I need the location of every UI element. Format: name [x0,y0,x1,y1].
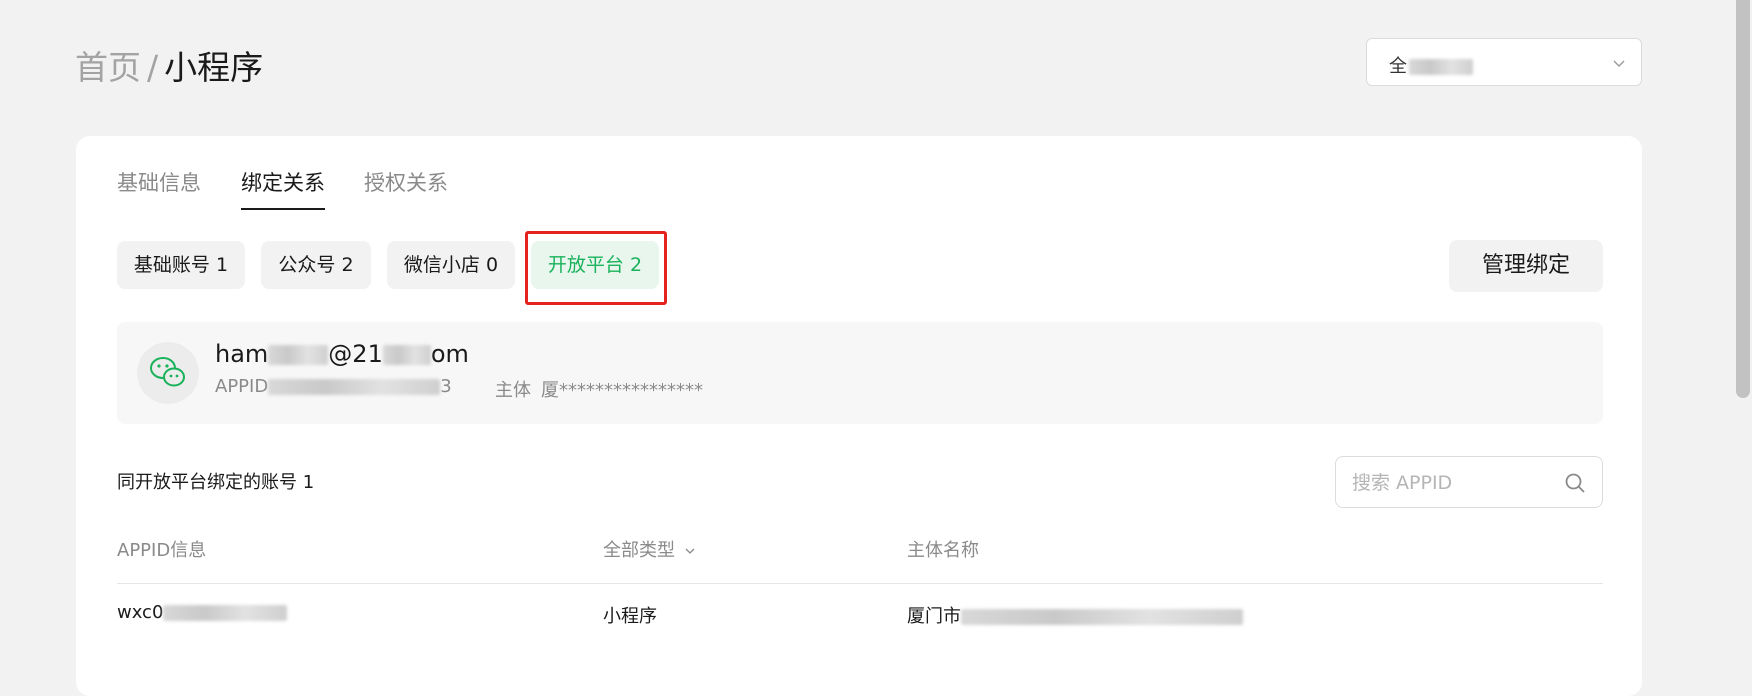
chip-wechat-store[interactable]: 微信小店 0 [387,241,515,289]
platform-email: ham @21 om [215,340,469,368]
row-appid: wxc0 [117,602,288,623]
search-input[interactable] [1350,469,1554,497]
column-subject: 主体名称 [907,540,979,561]
redacted-blur [382,345,431,365]
highlight-box [525,231,667,305]
tab-binding[interactable]: 绑定关系 [241,168,325,210]
account-select-value: 全 [1389,52,1473,78]
row-type: 小程序 [603,606,657,627]
search-box[interactable] [1335,456,1603,508]
tab-basic-info[interactable]: 基础信息 [117,168,201,198]
column-type-label: 全部类型 [603,540,675,561]
wechat-icon [150,357,185,387]
redacted-blur [268,345,329,365]
breadcrumb: 首页 / 小程序 [75,46,263,90]
platform-subject-label: 主体 [495,380,531,401]
redacted-blur [1409,59,1473,75]
chevron-down-icon [685,548,695,554]
chip-official-account[interactable]: 公众号 2 [261,241,371,289]
table-header-divider [117,583,1603,584]
breadcrumb-home[interactable]: 首页 [75,48,141,87]
tab-authorization[interactable]: 授权关系 [364,168,448,198]
main-card: 基础信息 绑定关系 授权关系 基础账号 1 公众号 2 微信小店 0 开放平台 … [76,136,1642,696]
column-appid: APPID信息 [117,540,207,561]
page-title: 小程序 [164,48,264,87]
bound-accounts-title: 同开放平台绑定的账号 1 [117,472,315,493]
redacted-blur [268,379,441,395]
platform-appid: APPID 3 [215,376,452,397]
redacted-blur [163,605,288,621]
account-select[interactable]: 全 [1366,38,1642,86]
chevron-down-icon [1613,60,1625,67]
search-icon[interactable] [1564,472,1586,494]
column-type-filter[interactable]: 全部类型 [603,536,697,562]
scrollbar-thumb[interactable] [1736,0,1750,398]
platform-info-box: ham @21 om APPID 3 主体 厦**************** [117,322,1603,424]
row-subject: 厦门市 [907,602,1243,628]
avatar [137,342,199,404]
platform-subject-value: 厦**************** [541,380,703,401]
redacted-blur [961,609,1243,625]
chip-basic-account[interactable]: 基础账号 1 [117,241,245,289]
manage-binding-button[interactable]: 管理绑定 [1449,240,1603,292]
breadcrumb-separator: / [147,48,159,87]
